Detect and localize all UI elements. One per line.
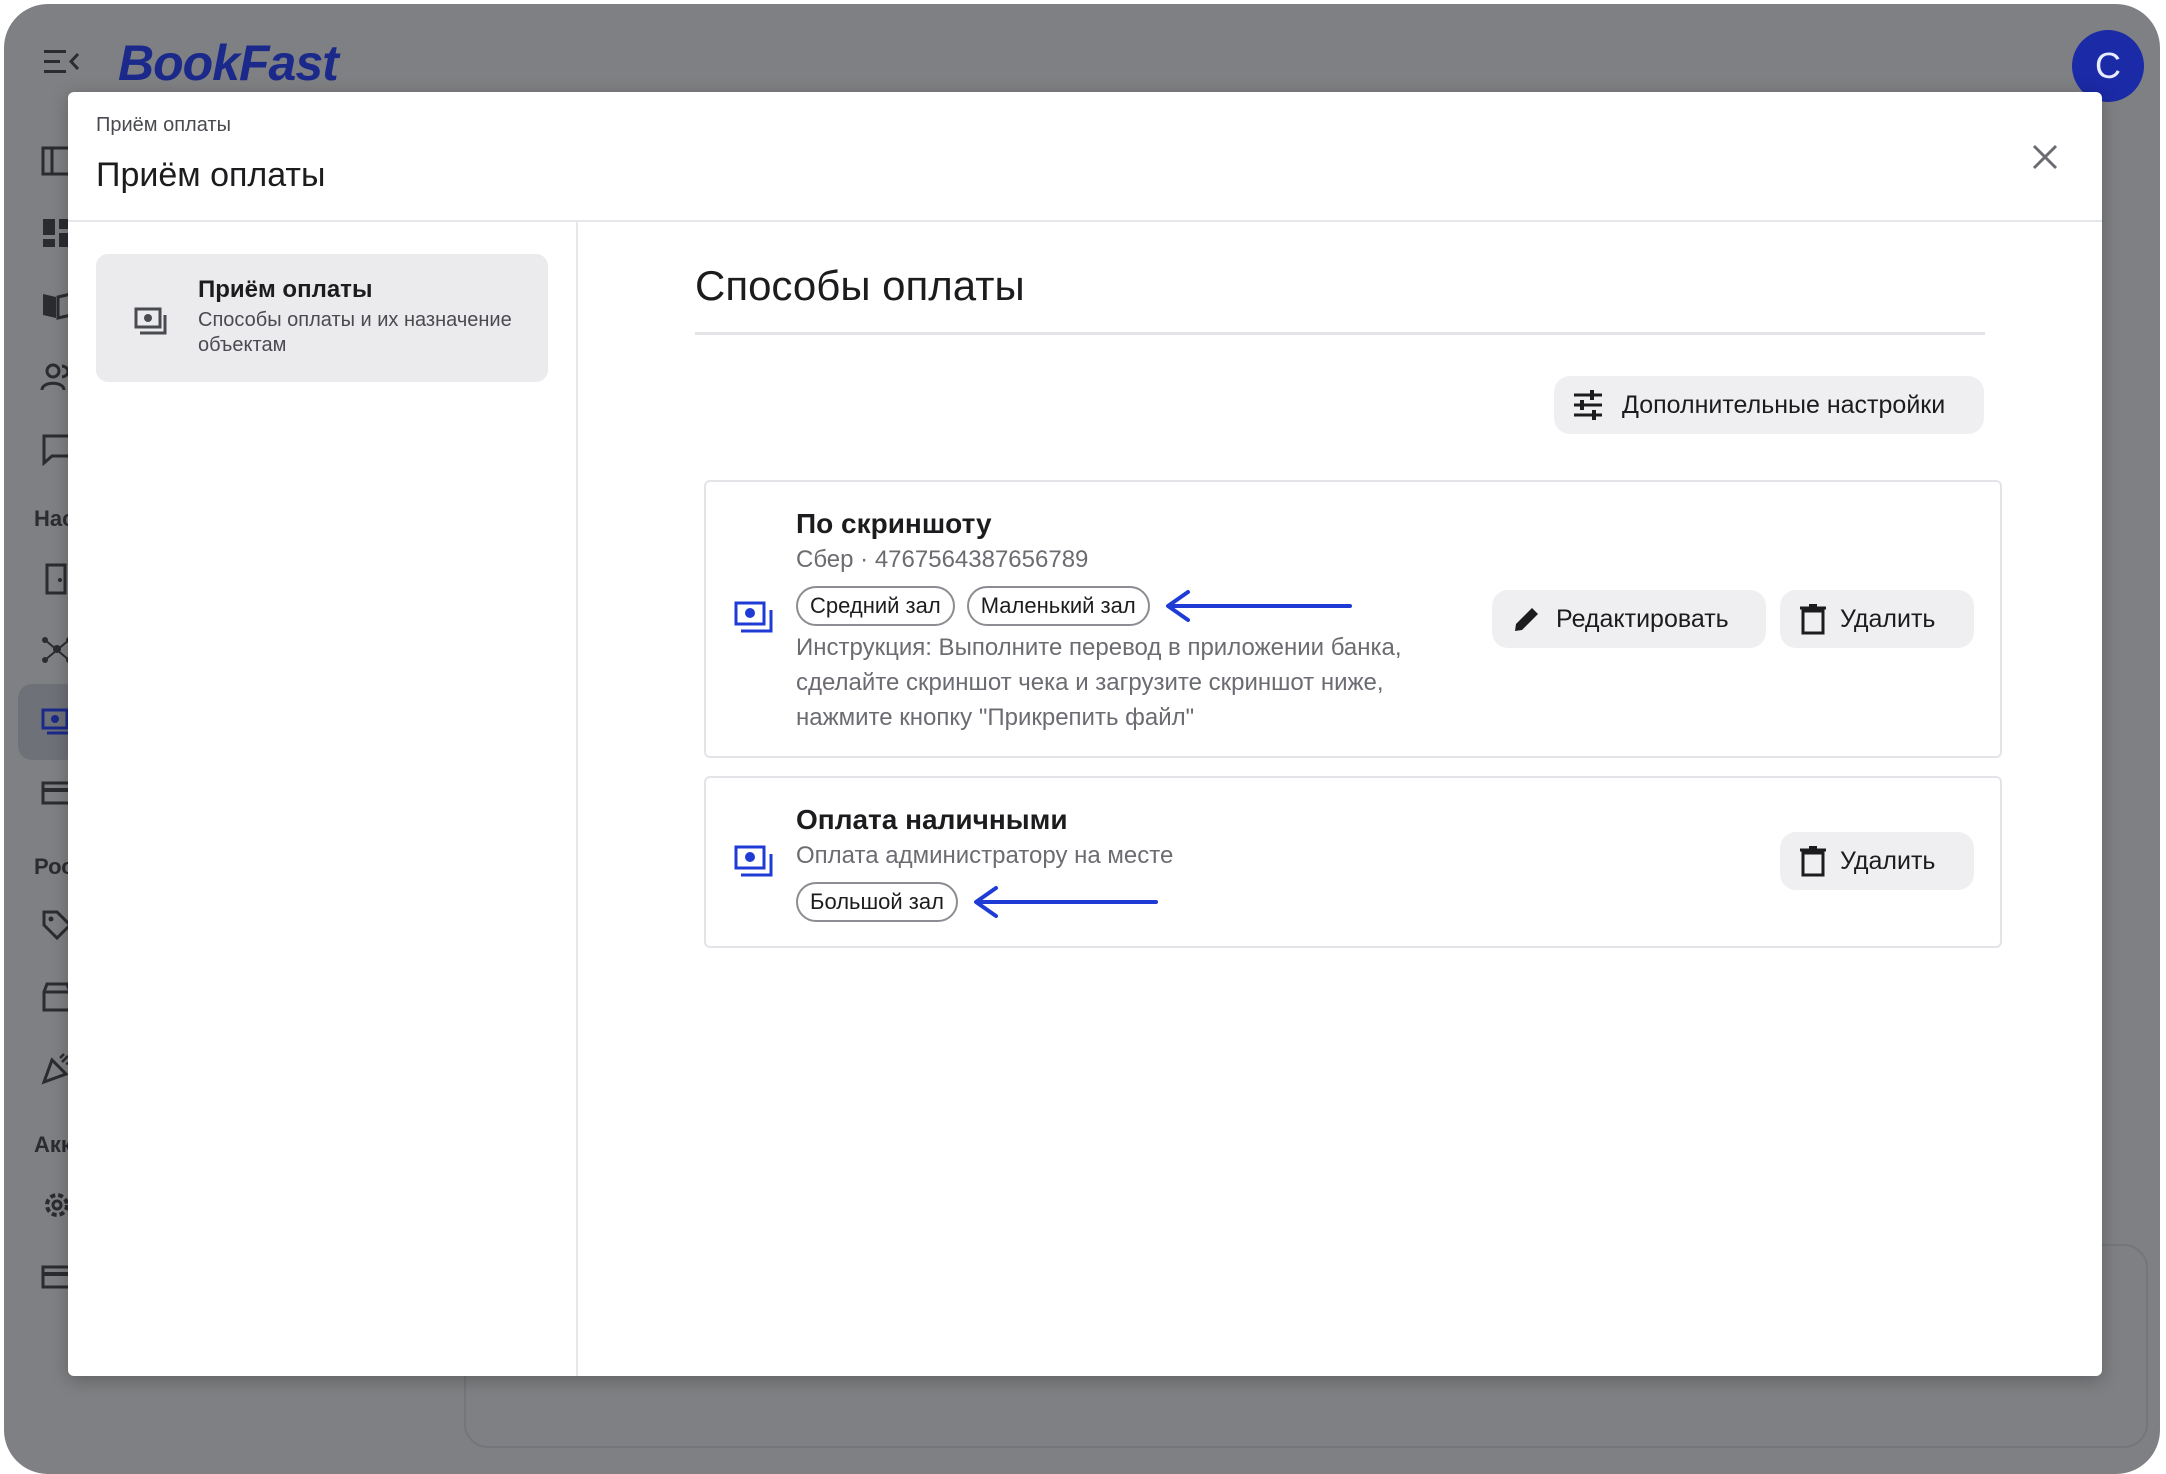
payment-method-card: По скриншоту Сбер · 4767564387656789 Сре… bbox=[704, 480, 2002, 758]
assigned-objects: Средний зал Маленький зал bbox=[796, 586, 1352, 626]
breadcrumb[interactable]: Приём оплаты bbox=[96, 114, 231, 137]
payments-icon bbox=[134, 307, 167, 335]
tune-icon bbox=[1574, 390, 1602, 420]
pencil-icon bbox=[1515, 608, 1538, 631]
payment-methods-section: Способы оплаты Дополнительные настройки … bbox=[578, 222, 2102, 1376]
method-detail: Сбер · 4767564387656789 bbox=[796, 546, 1089, 573]
annotation-arrow bbox=[973, 886, 1158, 918]
section-title: Способы оплаты bbox=[695, 262, 1025, 309]
divider bbox=[695, 332, 1985, 335]
nav-item-title: Приём оплаты bbox=[198, 276, 373, 303]
object-chip: Средний зал bbox=[796, 586, 955, 626]
modal-header: Приём оплаты Приём оплаты bbox=[68, 92, 2102, 222]
nav-item-payment-acceptance[interactable]: Приём оплаты Способы оплаты и их назначе… bbox=[96, 254, 548, 382]
app-logo[interactable]: BookFast bbox=[118, 34, 339, 92]
modal-nav: Приём оплаты Способы оплаты и их назначе… bbox=[68, 222, 578, 1376]
menu-collapse-icon[interactable] bbox=[44, 44, 84, 80]
annotation-arrow bbox=[1165, 590, 1352, 622]
edit-label: Редактировать bbox=[1556, 604, 1729, 633]
method-name: Оплата наличными bbox=[796, 804, 1068, 835]
payments-icon bbox=[734, 601, 773, 633]
rail-section-label: Акк bbox=[34, 1132, 72, 1157]
object-chip: Большой зал bbox=[796, 882, 958, 922]
trash-icon bbox=[1800, 846, 1826, 877]
payments-icon bbox=[734, 845, 773, 877]
method-name: По скриншоту bbox=[796, 508, 992, 539]
payment-settings-modal: Приём оплаты Приём оплаты Приём оплаты С… bbox=[68, 92, 2102, 1376]
close-icon[interactable] bbox=[2028, 140, 2062, 174]
delete-button[interactable]: Удалить bbox=[1780, 590, 1974, 648]
method-instruction: Инструкция: Выполните перевод в приложен… bbox=[796, 634, 1402, 731]
delete-button[interactable]: Удалить bbox=[1780, 832, 1974, 890]
trash-icon bbox=[1800, 604, 1826, 635]
nav-item-subtitle: Способы оплаты и их назначение объектам bbox=[198, 309, 512, 356]
payment-method-card: Оплата наличными Оплата администратору н… bbox=[704, 776, 2002, 948]
assigned-objects: Большой зал bbox=[796, 882, 1160, 922]
delete-label: Удалить bbox=[1840, 604, 1936, 633]
modal-title: Приём оплаты bbox=[96, 156, 326, 194]
advanced-settings-button[interactable]: Дополнительные настройки bbox=[1554, 376, 1984, 434]
method-detail: Оплата администратору на месте bbox=[796, 842, 1174, 869]
object-chip: Маленький зал bbox=[966, 586, 1150, 626]
sidebar: Нас Рос Акк bbox=[4, 114, 78, 1474]
edit-button[interactable]: Редактировать bbox=[1492, 590, 1766, 648]
delete-label: Удалить bbox=[1840, 846, 1936, 875]
advanced-settings-label: Дополнительные настройки bbox=[1622, 390, 1946, 419]
